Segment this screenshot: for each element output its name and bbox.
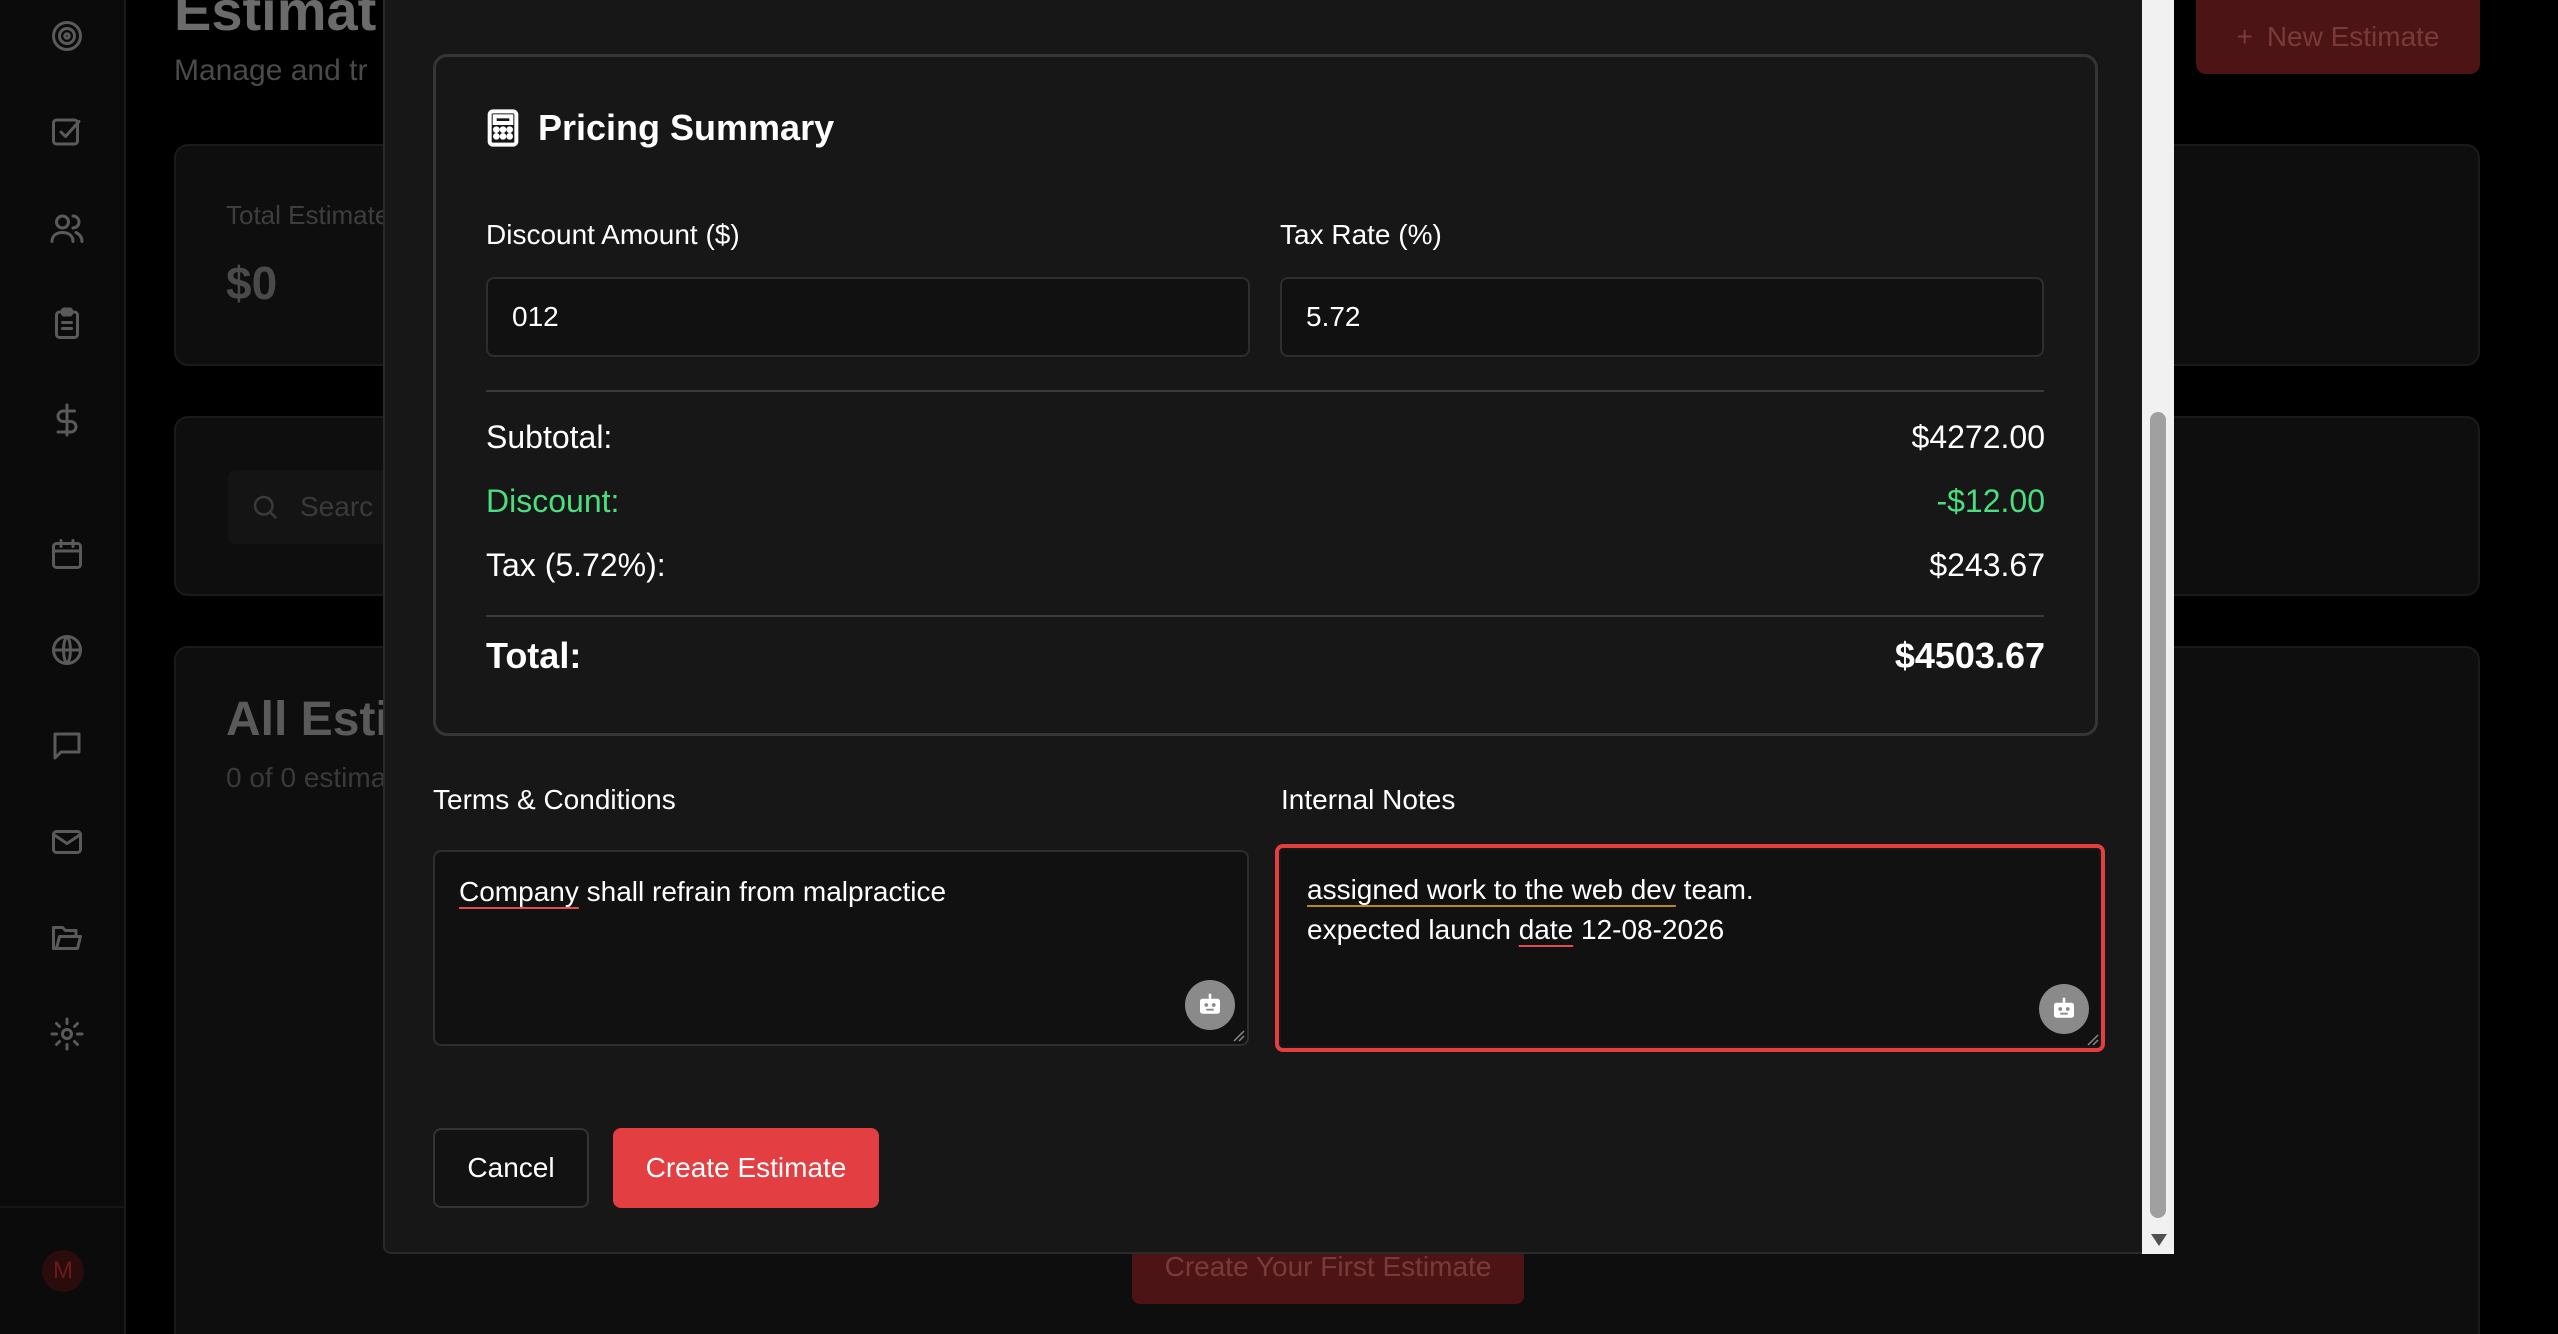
scroll-down-arrow-icon[interactable] [2151,1234,2167,1246]
search-placeholder: Searc [300,491,374,522]
page-subtitle: Manage and tr [174,54,368,87]
pricing-header: Pricing Summary [486,107,834,149]
all-estimates-count: 0 of 0 estima [226,762,387,793]
gear-icon[interactable] [43,1010,91,1058]
dollar-icon[interactable] [43,396,91,444]
tax-row-value: $243.67 [1929,547,2045,583]
calendar-icon[interactable] [43,530,91,578]
resize-handle-icon[interactable] [1231,1028,1245,1042]
internal-notes-label: Internal Notes [1281,784,1456,815]
total-label: Total: [486,635,582,676]
chat-icon[interactable] [43,722,91,770]
discount-row-value: -$12.00 [1936,483,2045,519]
grammar-phrase: assigned work to the web dev [1307,874,1676,905]
subtotal-value: $4272.00 [1911,419,2045,455]
divider [486,615,2044,617]
mail-icon[interactable] [43,818,91,866]
calculator-icon [487,109,519,147]
target-icon[interactable] [43,12,91,60]
page-title: Estimat [174,0,377,42]
create-estimate-button[interactable]: Create Estimate [613,1128,879,1208]
terms-text: shall refrain from malpractice [578,876,947,907]
terms-textarea[interactable]: Company shall refrain from malpractice [433,850,1249,1046]
search-icon [253,495,278,520]
resize-handle-icon[interactable] [2085,1032,2099,1046]
clipboard-icon[interactable] [43,300,91,348]
internal-notes-textarea[interactable]: assigned work to the web dev team. expec… [1275,844,2105,1052]
spellcheck-word: Company [459,876,579,907]
all-estimates-title: All Esti [226,693,389,746]
stat-label: Total Estimate [226,200,390,230]
notes-line-2: expected launch date 12-08-2026 [1307,910,2073,950]
terms-label: Terms & Conditions [433,784,676,815]
robot-icon [2054,997,2074,1018]
sidebar: M [0,0,126,1334]
robot-icon [1200,993,1220,1014]
stat-value: $0 [226,257,278,309]
tax-row-label: Tax (5.72%): [486,547,666,583]
new-estimate-label: New Estimate [2266,21,2440,52]
notes-text: 12-08-2026 [1573,914,1725,945]
notes-text: expected launch [1307,914,1519,945]
discount-amount-label: Discount Amount ($) [486,219,740,250]
divider [486,390,2044,392]
modal-scrollbar[interactable] [2142,0,2174,1254]
checkbox-icon[interactable] [43,108,91,156]
total-value: $4503.67 [1894,635,2045,676]
scrollbar-thumb[interactable] [2150,412,2166,1218]
tax-rate-input[interactable] [1280,277,2044,357]
pricing-title: Pricing Summary [538,107,835,148]
create-estimate-modal: Pricing Summary Discount Amount ($) Tax … [383,0,2174,1254]
avatar[interactable]: M [42,1250,84,1292]
ai-assist-button[interactable] [2039,984,2089,1034]
discount-amount-input[interactable] [486,277,1250,357]
spellcheck-word: date [1518,914,1574,945]
pricing-summary-panel: Pricing Summary Discount Amount ($) Tax … [433,54,2098,736]
new-estimate-button[interactable]: + New Estimate [2196,0,2480,74]
plus-icon: + [2236,21,2253,52]
ai-assist-button[interactable] [1185,980,1235,1030]
users-icon[interactable] [43,204,91,252]
notes-line-1: assigned work to the web dev team. [1307,870,2073,910]
folder-icon[interactable] [43,914,91,962]
discount-row-label: Discount: [486,483,620,519]
cancel-button[interactable]: Cancel [433,1128,589,1208]
tax-rate-label: Tax Rate (%) [1280,219,1442,250]
notes-text: team. [1675,874,1754,905]
globe-icon[interactable] [43,626,91,674]
subtotal-label: Subtotal: [486,419,613,455]
